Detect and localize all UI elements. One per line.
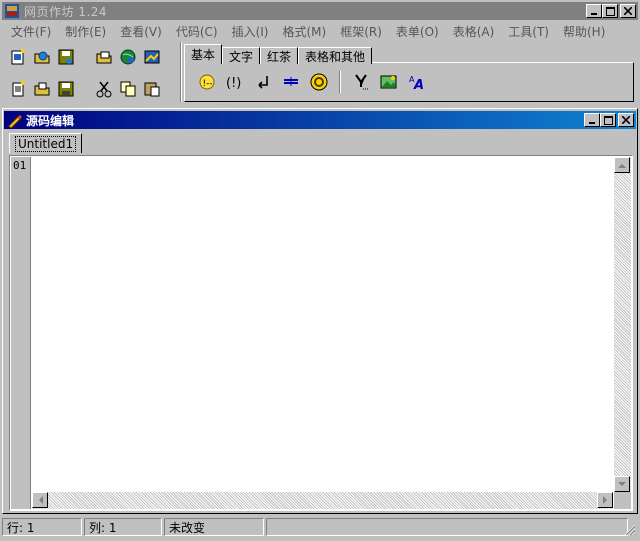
new-file-icon[interactable]: [6, 78, 30, 100]
maximize-icon: [605, 6, 615, 16]
tab-basic[interactable]: 基本: [184, 44, 223, 64]
editor-close-button[interactable]: [618, 113, 634, 127]
status-modified: 未改变: [164, 518, 264, 536]
insert-tabs-panel: !-- (!) AA 基本 文字 红茶 表格和其他: [184, 44, 636, 102]
cut-icon[interactable]: [92, 78, 116, 100]
menu-make[interactable]: 制作(E): [58, 23, 113, 40]
main-toolbar: [6, 44, 178, 102]
open-file-icon[interactable]: [30, 78, 54, 100]
source-editor-window: 源码编辑 Untitled1 01: [2, 108, 638, 514]
status-extra: [266, 518, 628, 536]
menu-insert[interactable]: 插入(I): [225, 23, 276, 40]
scroll-down-button[interactable]: [614, 476, 630, 492]
copy-icon[interactable]: [116, 78, 140, 100]
svg-text:!--: !--: [203, 79, 213, 89]
paste-icon[interactable]: [140, 78, 164, 100]
scroll-up-button[interactable]: [614, 157, 630, 173]
menu-view[interactable]: 查看(V): [113, 23, 169, 40]
menu-help[interactable]: 帮助(H): [556, 23, 612, 40]
menu-file[interactable]: 文件(F): [4, 23, 58, 40]
editor-titlebar[interactable]: 源码编辑: [4, 111, 636, 129]
code-editor[interactable]: 01: [9, 155, 633, 511]
open-web-icon[interactable]: [92, 46, 116, 68]
browser-preview-icon[interactable]: [116, 46, 140, 68]
menu-code[interactable]: 代码(C): [169, 23, 225, 40]
app-logo-icon: [4, 3, 20, 19]
tab-text[interactable]: 文字: [222, 47, 261, 64]
special-char-icon[interactable]: [347, 71, 375, 93]
svg-text:(!): (!): [226, 76, 241, 91]
minimize-icon: [591, 13, 597, 15]
image-icon[interactable]: [375, 71, 403, 93]
arrow-up-icon: [618, 163, 626, 168]
arrow-down-icon: [618, 481, 626, 486]
menu-bar: 文件(F) 制作(E) 查看(V) 代码(C) 插入(I) 格式(M) 框架(R…: [4, 22, 634, 40]
document-tab-label: Untitled1: [15, 135, 77, 152]
minimize-button[interactable]: [586, 4, 602, 18]
app-title: 网页作坊 1.24: [24, 4, 108, 19]
open-folder-icon[interactable]: [30, 46, 54, 68]
script-tag-icon[interactable]: (!): [221, 71, 249, 93]
menu-table[interactable]: 表格(A): [446, 23, 502, 40]
tab-icons-separator: [339, 71, 341, 93]
arrow-right-icon: [602, 496, 607, 504]
document-tab[interactable]: Untitled1: [9, 133, 83, 153]
app-titlebar[interactable]: 网页作坊 1.24: [2, 2, 638, 20]
scrollbar-corner: [614, 492, 631, 509]
maximize-icon: [603, 115, 613, 125]
new-page-icon[interactable]: [6, 46, 30, 68]
line-break-icon[interactable]: [249, 71, 277, 93]
status-bar: 行: 1 列: 1 未改变: [2, 516, 638, 538]
code-text-area[interactable]: [34, 158, 612, 490]
close-icon: [622, 116, 630, 124]
resize-grip-icon[interactable]: [622, 522, 636, 536]
toolbar-separator: [180, 42, 182, 102]
arrow-left-icon: [38, 496, 43, 504]
scroll-right-button[interactable]: [597, 492, 613, 508]
line-number-gutter: 01: [11, 157, 31, 509]
menu-frame[interactable]: 框架(R): [333, 23, 389, 40]
horizontal-rule-icon[interactable]: [277, 71, 305, 93]
horizontal-scrollbar[interactable]: [32, 492, 613, 509]
menu-tools[interactable]: 工具(T): [501, 23, 556, 40]
close-button[interactable]: [620, 4, 636, 18]
status-row: 行: 1: [2, 518, 82, 536]
insert-tab-body: !-- (!) AA: [184, 62, 634, 102]
save-disk-icon[interactable]: [54, 78, 78, 100]
close-icon: [624, 7, 632, 15]
comment-icon[interactable]: !--: [193, 71, 221, 93]
menu-form[interactable]: 表单(O): [389, 23, 446, 40]
save-icon[interactable]: [54, 46, 78, 68]
maximize-button[interactable]: [602, 4, 618, 18]
font-icon[interactable]: AA: [403, 71, 431, 93]
tab-tables-other[interactable]: 表格和其他: [298, 47, 373, 64]
publish-icon[interactable]: [140, 46, 164, 68]
editor-window-icon: [7, 113, 22, 128]
line-number: 01: [13, 159, 27, 172]
editor-maximize-button[interactable]: [600, 113, 616, 127]
status-column: 列: 1: [84, 518, 162, 536]
svg-text:A: A: [413, 78, 424, 91]
tab-hongcha[interactable]: 红茶: [260, 47, 299, 64]
vertical-scrollbar[interactable]: [614, 157, 631, 492]
anchor-icon[interactable]: [305, 71, 333, 93]
menu-format[interactable]: 格式(M): [275, 23, 333, 40]
scroll-left-button[interactable]: [32, 492, 48, 508]
editor-minimize-button[interactable]: [584, 113, 600, 127]
editor-title: 源码编辑: [26, 113, 75, 128]
minimize-icon: [589, 122, 595, 124]
